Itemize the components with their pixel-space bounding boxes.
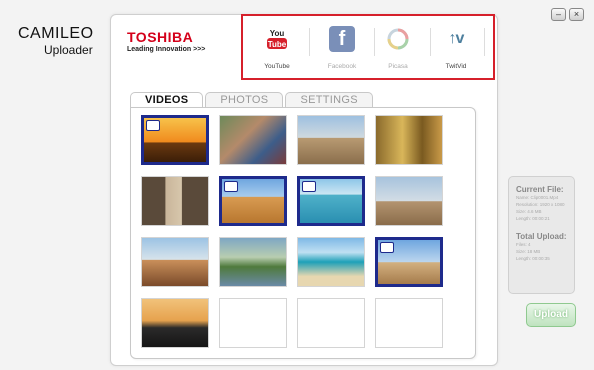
youtube-icon: You Tube: [264, 26, 290, 52]
upload-info-panel: Current File: Name: Clip0001.Mp4 Resolut…: [508, 176, 575, 294]
thumbnail-empty-slot: [297, 298, 365, 348]
current-file-heading: Current File:: [516, 185, 564, 194]
app-title: CAMILEO Uploader: [18, 26, 94, 58]
divider: [484, 28, 485, 56]
service-facebook[interactable]: f Facebook: [315, 26, 369, 70]
video-thumbnail[interactable]: [141, 298, 209, 348]
video-thumbnail[interactable]: [219, 237, 287, 287]
app-title-line1: CAMILEO: [18, 25, 94, 42]
upload-selected-icon: [146, 120, 160, 131]
thumbnail-empty-slot: [375, 298, 443, 348]
current-file-length: Length: 00:00:21: [516, 216, 550, 221]
video-thumbnail[interactable]: [219, 176, 287, 226]
video-thumbnail[interactable]: [141, 115, 209, 165]
tab-photos[interactable]: PHOTOS: [205, 92, 284, 107]
video-thumbnail[interactable]: [141, 176, 209, 226]
video-thumbnail[interactable]: [375, 115, 443, 165]
video-thumbnail[interactable]: [141, 237, 209, 287]
app-title-line2: Uploader: [44, 43, 93, 57]
thumbnail-grid: [130, 107, 476, 359]
media-tabs: VIDEOS PHOTOS SETTINGS: [130, 92, 373, 108]
service-label: Facebook: [327, 63, 357, 70]
tab-settings[interactable]: SETTINGS: [285, 92, 373, 107]
service-label: YouTube: [264, 63, 290, 70]
video-thumbnail[interactable]: [297, 176, 365, 226]
minimize-button[interactable]: –: [551, 8, 566, 21]
close-button[interactable]: ×: [569, 8, 584, 21]
svg-text:You: You: [270, 29, 285, 38]
brand-logo: TOSHIBA Leading Innovation >>>: [127, 29, 205, 53]
window-controls: – ×: [551, 8, 584, 21]
brand-name: TOSHIBA: [127, 29, 194, 45]
picasa-icon: [385, 26, 411, 52]
video-thumbnail[interactable]: [297, 115, 365, 165]
thumbnail-empty-slot: [219, 298, 287, 348]
total-upload-files: Files: 4: [516, 242, 531, 247]
brand-tagline: Leading Innovation >>>: [127, 46, 206, 53]
service-label: TwitVid: [445, 63, 467, 70]
video-thumbnail[interactable]: [297, 237, 365, 287]
upload-button[interactable]: Upload: [526, 303, 576, 327]
current-file-name: Name: Clip0001.Mp4: [516, 195, 559, 200]
total-upload-length: Length: 00:00:35: [516, 256, 550, 261]
upload-selected-icon: [224, 181, 238, 192]
service-label: Picasa: [388, 63, 408, 70]
facebook-icon: f: [329, 26, 355, 52]
upload-selected-icon: [380, 242, 394, 253]
svg-text:Tube: Tube: [268, 40, 287, 49]
divider: [309, 28, 310, 56]
current-file-size: Size: 4.6 MB: [516, 209, 542, 214]
video-thumbnail[interactable]: [375, 176, 443, 226]
service-youtube[interactable]: You Tube YouTube: [250, 26, 304, 70]
upload-selected-icon: [302, 181, 316, 192]
video-thumbnail[interactable]: [375, 237, 443, 287]
service-twitvid[interactable]: ↑v TwitVid: [429, 26, 483, 70]
total-upload-heading: Total Upload:: [516, 232, 567, 241]
twitvid-icon: ↑v: [448, 30, 465, 47]
video-thumbnail[interactable]: [219, 115, 287, 165]
tab-videos[interactable]: VIDEOS: [130, 92, 204, 108]
current-file-resolution: Resolution: 1920 x 1080: [516, 202, 565, 207]
service-picasa[interactable]: Picasa: [371, 26, 425, 70]
total-upload-size: Size: 18 MB: [516, 249, 541, 254]
share-services: You Tube YouTube f Facebook Picasa ↑v Twi…: [241, 14, 495, 80]
